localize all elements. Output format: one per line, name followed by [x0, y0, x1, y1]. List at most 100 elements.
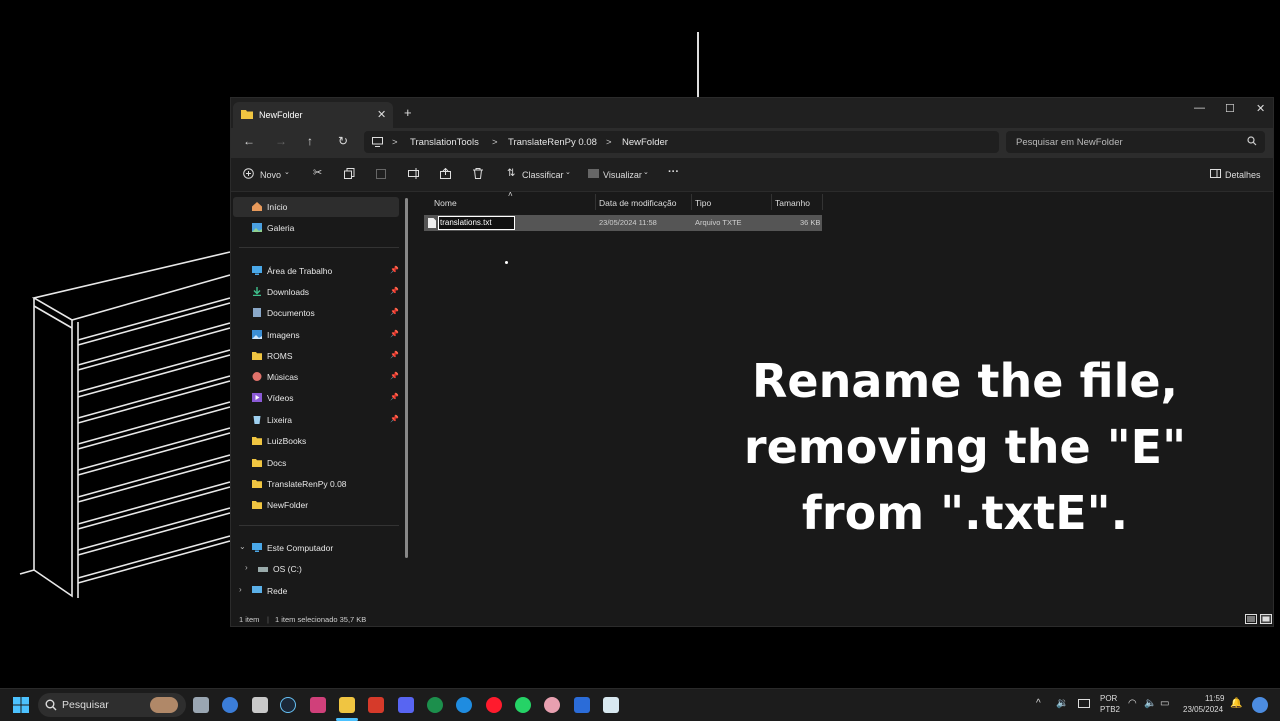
- sidebar-item-home[interactable]: Início: [233, 197, 399, 217]
- game-app-icon[interactable]: [427, 697, 443, 713]
- pin-icon[interactable]: 📌: [390, 393, 399, 401]
- sidebar-item-desktop[interactable]: Área de Trabalho 📌: [233, 261, 399, 281]
- breadcrumb-translationtools[interactable]: TranslationTools: [410, 137, 479, 148]
- task-view-icon[interactable]: [193, 697, 209, 713]
- copilot-icon[interactable]: [1252, 697, 1268, 713]
- sidebar-item-newfolder[interactable]: NewFolder: [233, 495, 399, 515]
- sidebar-item-pictures[interactable]: Imagens 📌: [233, 325, 399, 345]
- breadcrumb-translaterenpy[interactable]: TranslateRenPy 0.08: [508, 137, 597, 148]
- sidebar-item-documents[interactable]: Documentos 📌: [233, 303, 399, 323]
- clock-date[interactable]: 23/05/2024: [1183, 705, 1223, 714]
- minimize-button[interactable]: —: [1194, 102, 1205, 114]
- view-button[interactable]: Visualizar: [603, 170, 642, 180]
- speaker-icon[interactable]: 🔉: [1056, 698, 1068, 709]
- chevron-down-icon[interactable]: ⌄: [284, 168, 290, 176]
- address-bar[interactable]: > TranslationTools > TranslateRenPy 0.08…: [364, 131, 999, 153]
- column-header-modified[interactable]: Data de modificação: [599, 198, 677, 208]
- settings-icon[interactable]: [222, 697, 238, 713]
- sidebar-item-this-pc[interactable]: ⌄ Este Computador: [233, 538, 399, 558]
- column-divider[interactable]: [595, 194, 596, 210]
- share-icon[interactable]: [440, 168, 451, 179]
- windows-start-icon[interactable]: [13, 697, 29, 713]
- discord-icon[interactable]: [398, 697, 414, 713]
- forward-arrow-icon[interactable]: →: [275, 134, 287, 148]
- pin-icon[interactable]: 📌: [390, 415, 399, 423]
- pin-icon[interactable]: 📌: [390, 372, 399, 380]
- edge-icon[interactable]: [456, 697, 472, 713]
- sidebar-item-gallery[interactable]: Galeria: [233, 218, 399, 238]
- clock-time[interactable]: 11:59: [1205, 694, 1224, 703]
- battery-icon[interactable]: ▭: [1160, 698, 1169, 709]
- pin-icon[interactable]: 📌: [390, 287, 399, 295]
- pin-icon[interactable]: 📌: [390, 308, 399, 316]
- sidebar-item-luizbooks[interactable]: LuizBooks: [233, 431, 399, 451]
- translator-app-icon[interactable]: [574, 697, 590, 713]
- column-header-size[interactable]: Tamanho: [775, 198, 810, 208]
- sidebar-item-roms[interactable]: ROMS 📌: [233, 346, 399, 366]
- sidebar-item-network[interactable]: › Rede: [233, 581, 399, 601]
- sidebar-scrollbar[interactable]: [405, 198, 408, 558]
- file-explorer-icon[interactable]: [339, 697, 355, 713]
- language-top[interactable]: POR: [1100, 694, 1117, 703]
- chevron-down-icon[interactable]: ⌄: [643, 168, 649, 176]
- details-button[interactable]: Detalhes: [1225, 170, 1261, 180]
- sidebar-item-videos[interactable]: Vídeos 📌: [233, 388, 399, 408]
- more-options-icon[interactable]: ···: [668, 166, 679, 178]
- pin-icon[interactable]: 📌: [390, 351, 399, 359]
- sidebar-item-recycle-bin[interactable]: Lixeira 📌: [233, 410, 399, 430]
- refresh-icon[interactable]: ↻: [338, 134, 348, 148]
- copy-icon[interactable]: [344, 168, 355, 179]
- keyboard-icon[interactable]: [1078, 699, 1090, 709]
- pen-app-icon[interactable]: [310, 697, 326, 713]
- steam-icon[interactable]: [280, 697, 296, 713]
- maximize-button[interactable]: ☐: [1225, 102, 1235, 115]
- library-app-icon[interactable]: [252, 697, 268, 713]
- chevron-down-icon[interactable]: ⌄: [239, 542, 246, 551]
- pin-icon[interactable]: 📌: [390, 330, 399, 338]
- search-box[interactable]: Pesquisar em NewFolder: [1006, 131, 1265, 153]
- volume-icon[interactable]: 🔈: [1144, 698, 1156, 709]
- sidebar-item-docs[interactable]: Docs: [233, 453, 399, 473]
- chevron-right-icon[interactable]: ›: [245, 563, 248, 572]
- sidebar-item-music[interactable]: Músicas 📌: [233, 367, 399, 387]
- chevron-down-icon[interactable]: ⌄: [565, 168, 571, 176]
- tab-newfolder[interactable]: NewFolder ✕: [233, 102, 393, 128]
- chevron-right-icon[interactable]: ›: [239, 585, 242, 594]
- column-divider[interactable]: [822, 194, 823, 210]
- rename-input[interactable]: translations.txt: [438, 216, 515, 230]
- opera-gx-icon[interactable]: [486, 697, 502, 713]
- close-tab-icon[interactable]: ✕: [377, 108, 386, 121]
- sort-button[interactable]: Classificar: [522, 170, 564, 180]
- sidebar-item-os-c[interactable]: › OS (C:): [233, 559, 399, 579]
- trash-icon[interactable]: [473, 168, 483, 179]
- notepad-icon[interactable]: [603, 697, 619, 713]
- whatsapp-icon[interactable]: [515, 697, 531, 713]
- wifi-icon[interactable]: ◠: [1128, 698, 1137, 709]
- rename-icon[interactable]: [408, 168, 420, 179]
- wps-office-icon[interactable]: [368, 697, 384, 713]
- new-tab-button[interactable]: +: [404, 105, 412, 120]
- details-view-icon[interactable]: [1245, 614, 1257, 624]
- column-header-name[interactable]: Nome: [434, 198, 457, 208]
- notification-bell-icon[interactable]: 🔔: [1230, 698, 1242, 709]
- sort-icon[interactable]: ⇅: [507, 168, 515, 179]
- character-app-icon[interactable]: [544, 697, 560, 713]
- sidebar-item-downloads[interactable]: Downloads 📌: [233, 282, 399, 302]
- breadcrumb-newfolder[interactable]: NewFolder: [622, 137, 668, 148]
- close-window-button[interactable]: ✕: [1256, 102, 1265, 115]
- chevron-up-icon[interactable]: ^: [1036, 698, 1041, 709]
- column-header-type[interactable]: Tipo: [695, 198, 711, 208]
- tiles-view-icon[interactable]: [1260, 614, 1272, 624]
- cut-icon[interactable]: ✂: [313, 166, 322, 179]
- column-divider[interactable]: [771, 194, 772, 210]
- language-bottom[interactable]: PTB2: [1100, 705, 1120, 714]
- paste-icon[interactable]: [376, 168, 386, 179]
- up-arrow-icon[interactable]: ↑: [307, 134, 313, 148]
- sidebar-item-translaterenpy[interactable]: TranslateRenPy 0.08: [233, 474, 399, 494]
- file-row[interactable]: translations.txt 23/05/2024 11:58 Arquiv…: [424, 215, 822, 231]
- taskbar-search[interactable]: Pesquisar: [38, 693, 186, 717]
- back-arrow-icon[interactable]: ←: [243, 134, 255, 148]
- new-button[interactable]: Novo: [260, 170, 281, 180]
- pin-icon[interactable]: 📌: [390, 266, 399, 274]
- column-divider[interactable]: [691, 194, 692, 210]
